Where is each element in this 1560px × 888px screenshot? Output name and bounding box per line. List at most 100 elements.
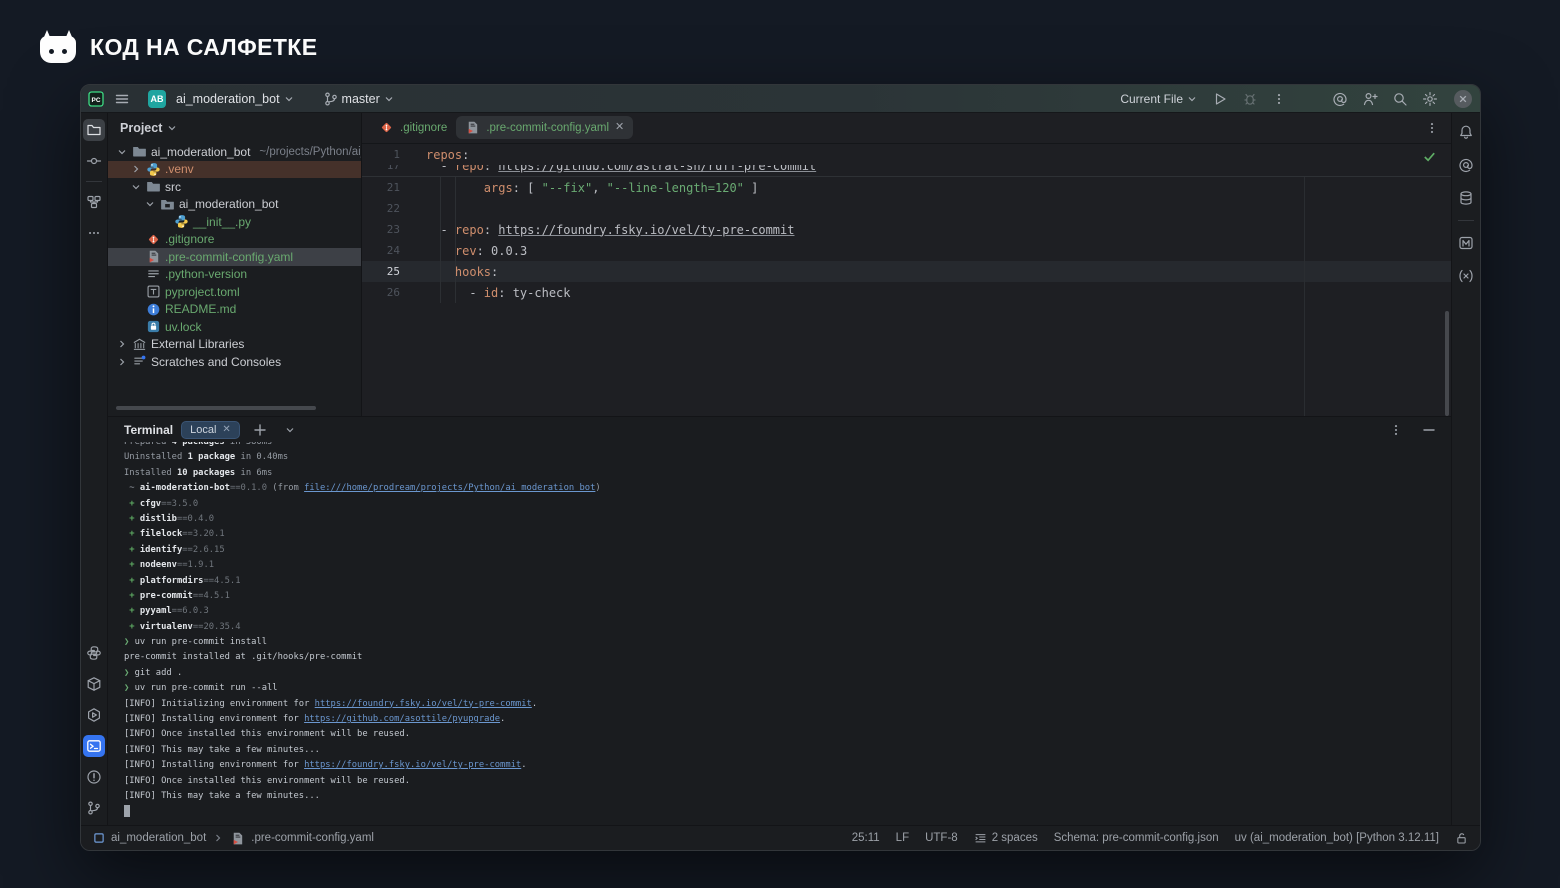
run-button[interactable] xyxy=(1208,88,1232,110)
more-run-actions-button[interactable] xyxy=(1268,89,1290,109)
python-packages-tool-button[interactable] xyxy=(83,673,105,695)
notifications-tool-button[interactable] xyxy=(1455,121,1477,143)
horizontal-scrollbar[interactable] xyxy=(116,406,316,410)
chevron-right-icon[interactable] xyxy=(116,338,128,350)
close-icon[interactable]: ✕ xyxy=(222,424,230,435)
terminal-line: [INFO] Initializing environment for http… xyxy=(124,697,1451,712)
branch-button[interactable]: master xyxy=(319,88,399,110)
precommit-icon xyxy=(146,249,161,264)
ai-chat-tool-button[interactable] xyxy=(1455,154,1477,176)
commit-tool-button[interactable] xyxy=(83,150,105,172)
terminal-line: + distlib==0.4.0 xyxy=(124,512,1451,527)
code-line-24[interactable]: 24 rev: 0.0.3 xyxy=(362,240,1451,261)
terminal-dropdown-button[interactable] xyxy=(280,421,300,439)
line-number: 24 xyxy=(362,244,400,257)
precommit-icon xyxy=(465,120,480,135)
chevron-down-icon[interactable] xyxy=(166,122,178,134)
tree-item-label: Scratches and Consoles xyxy=(151,355,281,369)
tree-item-label: uv.lock xyxy=(165,320,201,334)
more-tools-button[interactable] xyxy=(83,222,105,244)
tree-item-scratches-and-consoles[interactable]: Scratches and Consoles xyxy=(108,353,361,371)
run-config-selector[interactable]: Current File xyxy=(1116,89,1202,109)
m-plugin-tool-button[interactable] xyxy=(1455,232,1477,254)
code-with-me-button[interactable] xyxy=(1358,88,1382,110)
debug-button[interactable] xyxy=(1238,88,1262,110)
code-line-26[interactable]: 26 - id: ty-check xyxy=(362,282,1451,303)
window-close-button[interactable] xyxy=(1454,90,1472,108)
tree-item-pre-commit-config-yaml[interactable]: .pre-commit-config.yaml xyxy=(108,248,361,266)
editor-tab-gitignore[interactable]: .gitignore xyxy=(370,116,456,139)
chevron-down-icon[interactable] xyxy=(116,146,128,158)
terminal-options-button[interactable] xyxy=(1385,420,1407,440)
readonly-toggle[interactable] xyxy=(1455,832,1468,845)
tab-label: .gitignore xyxy=(400,122,447,134)
python-console-tool-button[interactable] xyxy=(83,642,105,664)
code-area[interactable]: 1repos: 17 - repo: https://github.com/as… xyxy=(362,144,1451,416)
code-line-17[interactable]: 17 - repo: https://github.com/astral-sh/… xyxy=(362,165,1451,176)
editor-scrollbar[interactable] xyxy=(1445,311,1449,416)
line-number: 25 xyxy=(362,265,400,278)
indent-selector[interactable]: 2 spaces xyxy=(974,832,1038,845)
version-control-tool-button[interactable] xyxy=(83,797,105,819)
chevron-right-icon[interactable] xyxy=(116,356,128,368)
python-icon xyxy=(146,162,161,177)
version-control-icon xyxy=(86,800,102,816)
variables-tool-button[interactable] xyxy=(1455,265,1477,287)
tree-item-readme-md[interactable]: README.md xyxy=(108,301,361,319)
tree-item-init-py[interactable]: __init__.py xyxy=(108,213,361,231)
structure-tool-button[interactable] xyxy=(83,191,105,213)
tree-item-gitignore[interactable]: .gitignore xyxy=(108,231,361,249)
code-line-23[interactable]: 23 - repo: https://foundry.fsky.io/vel/t… xyxy=(362,219,1451,240)
ai-assistant-icon xyxy=(1332,91,1348,107)
ai-assistant-button[interactable] xyxy=(1328,88,1352,110)
services-tool-button[interactable] xyxy=(83,704,105,726)
divider xyxy=(86,181,102,182)
tree-item-venv[interactable]: .venv xyxy=(108,161,361,179)
tree-item-python-version[interactable]: .python-version xyxy=(108,266,361,284)
tab-options-button[interactable] xyxy=(1421,118,1443,138)
terminal-line xyxy=(124,804,1451,819)
editor-tab-pre-commit-config-yaml[interactable]: .pre-commit-config.yaml✕ xyxy=(456,116,633,139)
new-terminal-button[interactable] xyxy=(248,419,272,441)
main-menu-button[interactable] xyxy=(110,88,134,110)
tree-item-src[interactable]: src xyxy=(108,178,361,196)
terminal-output[interactable]: Prepared 4 packages in 386msUninstalled … xyxy=(108,442,1451,827)
chevron-right-icon[interactable] xyxy=(130,163,142,175)
chevron-down-icon[interactable] xyxy=(130,181,142,193)
project-tool-button[interactable] xyxy=(83,119,105,141)
terminal-line: ❯ git add . xyxy=(124,666,1451,681)
tree-item-uv-lock[interactable]: uv.lock xyxy=(108,318,361,336)
tree-item-ai-moderation-bot[interactable]: ai_moderation_bot~/projects/Python/ai_mo… xyxy=(108,143,361,161)
inspection-ok-icon[interactable] xyxy=(1422,149,1437,164)
chevron-down-icon[interactable] xyxy=(144,198,156,210)
run-icon xyxy=(1212,91,1228,107)
right-tool-strip xyxy=(1451,113,1480,825)
interpreter-selector[interactable]: uv (ai_moderation_bot) [Python 3.12.11] xyxy=(1235,832,1439,844)
code-line-25[interactable]: 25 hooks: xyxy=(362,261,1451,282)
project-panel: Project ai_moderation_bot~/projects/Pyth… xyxy=(108,113,362,416)
problems-tool-button[interactable] xyxy=(83,766,105,788)
minimize-tool-window-button[interactable] xyxy=(1417,419,1441,441)
hamburger-menu-icon xyxy=(114,91,130,107)
project-switcher[interactable]: ai_moderation_bot xyxy=(172,89,299,109)
code-line-22[interactable]: 22 xyxy=(362,198,1451,219)
code-line-21[interactable]: 21 args: [ "--fix", "--line-length=120" … xyxy=(362,177,1451,198)
package-icon xyxy=(160,197,175,212)
breadcrumb[interactable]: ai_moderation_bot .pre-commit-config.yam… xyxy=(93,831,374,846)
database-tool-button[interactable] xyxy=(1455,187,1477,209)
more-icon xyxy=(87,226,101,240)
line-ending-selector[interactable]: LF xyxy=(896,832,909,844)
code-line-1[interactable]: 1repos: xyxy=(362,144,1451,165)
close-icon[interactable]: ✕ xyxy=(615,122,624,133)
terminal-tool-button[interactable] xyxy=(83,735,105,757)
tree-item-pyproject-toml[interactable]: pyproject.toml xyxy=(108,283,361,301)
tree-item-ai-moderation-bot[interactable]: ai_moderation_bot xyxy=(108,196,361,214)
search-everywhere-button[interactable] xyxy=(1388,88,1412,110)
tree-item-external-libraries[interactable]: External Libraries xyxy=(108,336,361,354)
caret-position[interactable]: 25:11 xyxy=(852,832,880,844)
settings-button[interactable] xyxy=(1418,88,1442,110)
terminal-tab-local[interactable]: Local ✕ xyxy=(181,421,240,439)
encoding-selector[interactable]: UTF-8 xyxy=(925,832,958,844)
gear-icon xyxy=(1422,91,1438,107)
schema-selector[interactable]: Schema: pre-commit-config.json xyxy=(1054,832,1219,844)
